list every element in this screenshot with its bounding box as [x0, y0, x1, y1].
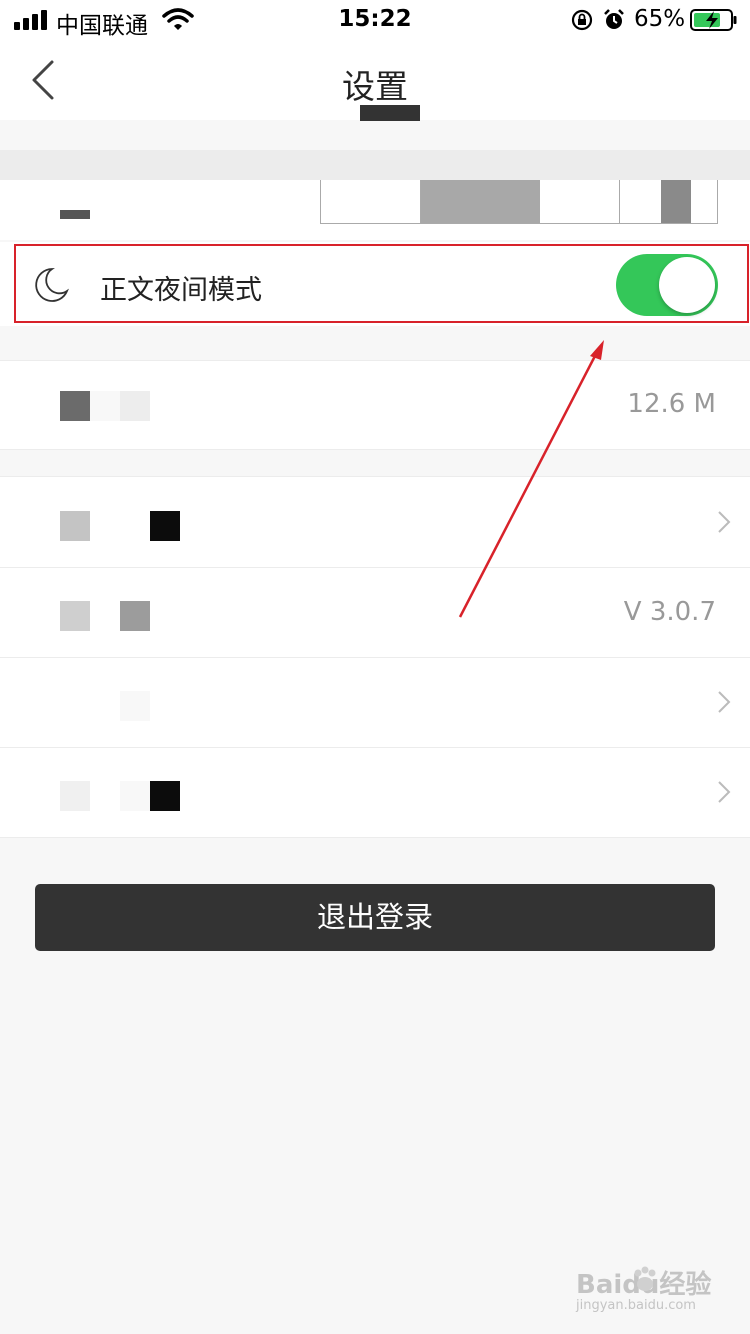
redacted-label	[120, 391, 150, 421]
redacted-label	[120, 691, 150, 721]
font-size-option[interactable]	[661, 180, 691, 223]
list-item[interactable]	[0, 477, 750, 568]
moon-icon	[35, 268, 69, 302]
status-bar: 中国联通 15:22 65%	[0, 0, 750, 40]
battery-charging-icon	[690, 9, 737, 31]
cache-size-value: 12.6 M	[627, 389, 716, 419]
section-divider	[0, 150, 750, 180]
redacted-block	[360, 105, 420, 121]
redacted-label	[120, 781, 150, 811]
redacted-label	[60, 210, 90, 219]
redacted-label	[120, 601, 150, 631]
list-item[interactable]	[0, 747, 750, 838]
redacted-label	[60, 511, 90, 541]
redacted-label	[60, 781, 90, 811]
list-item[interactable]	[0, 657, 750, 748]
toggle-knob	[659, 257, 715, 313]
page-title: 设置	[342, 67, 408, 106]
watermark: Baidu经验 jingyan.baidu.com	[572, 1262, 722, 1322]
version-value: V 3.0.7	[623, 597, 716, 627]
battery-percent: 65%	[634, 6, 686, 32]
redacted-label	[60, 601, 90, 631]
logout-button[interactable]: 退出登录	[35, 884, 715, 951]
redacted-label	[150, 511, 180, 541]
chevron-right-icon	[718, 781, 731, 803]
paw-logo-icon	[634, 1266, 656, 1291]
version-row[interactable]: V 3.0.7	[0, 567, 750, 658]
redacted-label	[150, 781, 180, 811]
font-size-option[interactable]	[420, 180, 540, 223]
font-size-selector[interactable]	[320, 180, 718, 224]
redacted-label	[60, 391, 90, 421]
chevron-right-icon	[718, 691, 731, 713]
alarm-icon	[604, 9, 624, 29]
settings-list: V 3.0.7	[0, 476, 750, 838]
night-mode-row[interactable]: 正文夜间模式	[0, 242, 750, 326]
selector-tick	[619, 180, 620, 223]
cache-row[interactable]: 12.6 M	[0, 360, 750, 450]
chevron-right-icon	[718, 511, 731, 533]
selector-tick	[420, 180, 421, 223]
watermark-url: jingyan.baidu.com	[576, 1298, 696, 1313]
navigation-bar: 设置	[0, 40, 750, 121]
night-mode-label: 正文夜间模式	[100, 275, 262, 306]
rotation-lock-icon	[571, 9, 593, 31]
font-size-row[interactable]	[0, 180, 750, 240]
night-mode-toggle[interactable]	[616, 254, 718, 316]
redacted-label	[90, 391, 120, 421]
